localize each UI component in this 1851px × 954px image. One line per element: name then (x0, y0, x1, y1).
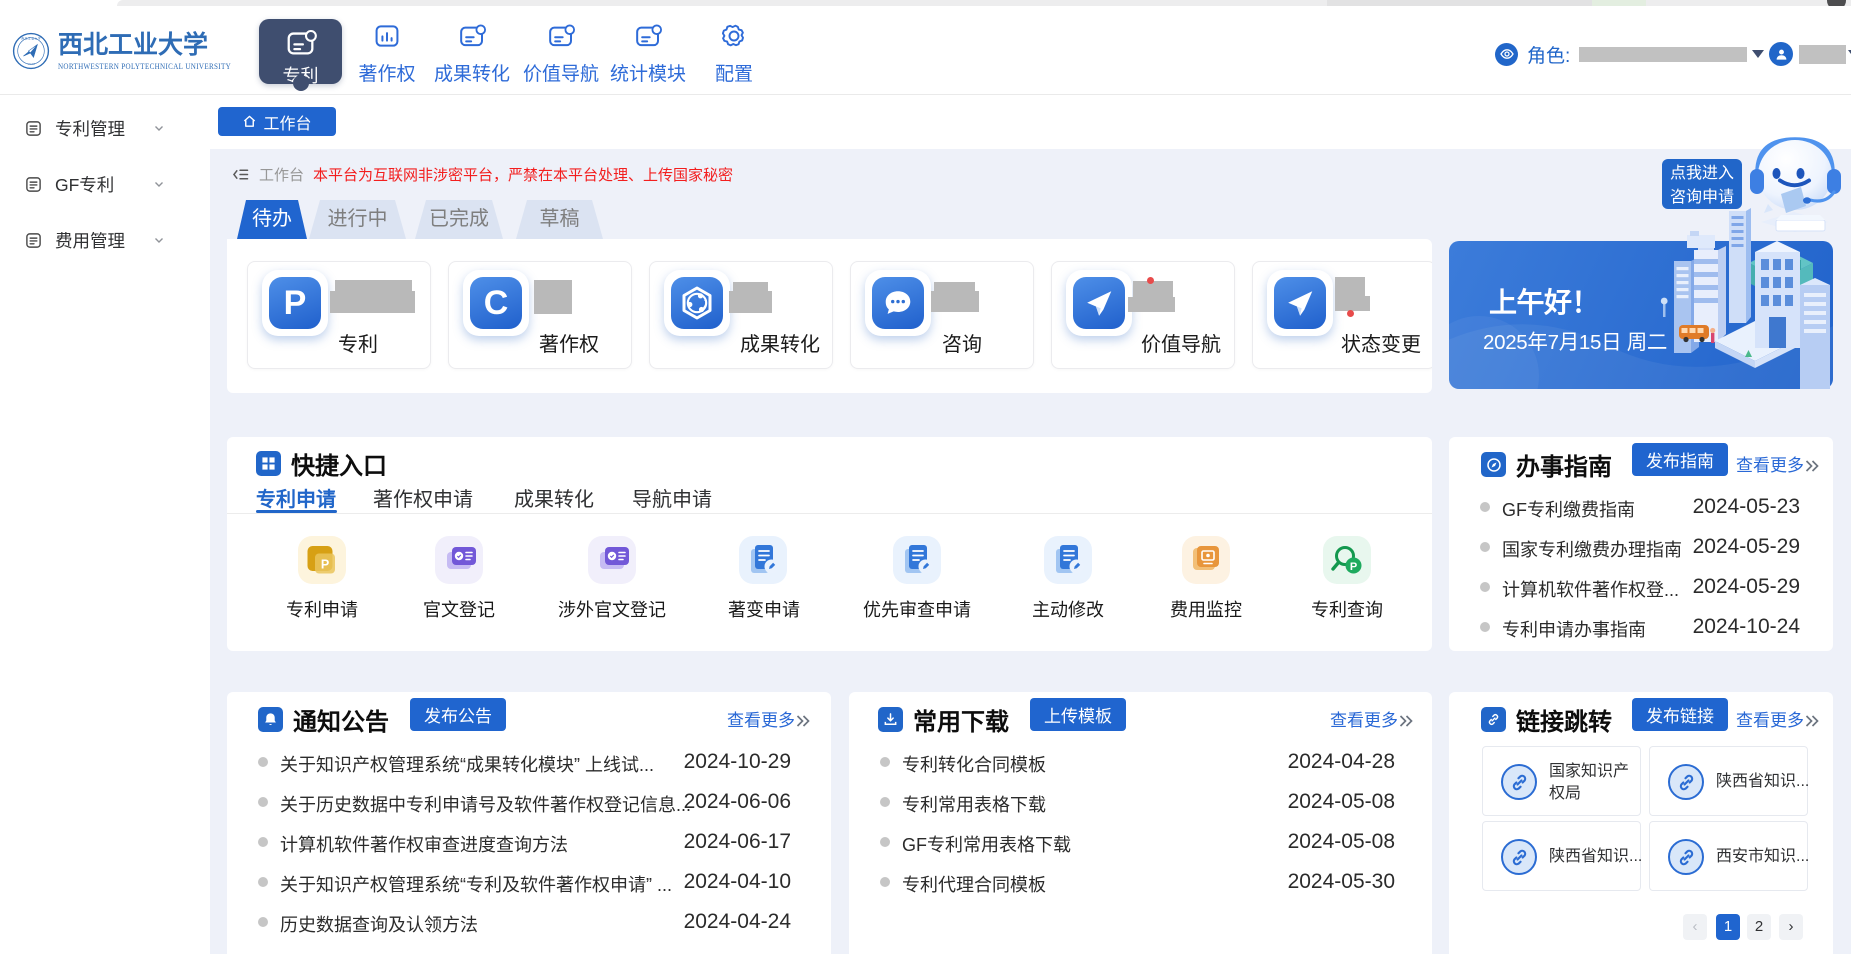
svg-text:1 9 3 8: 1 9 3 8 (27, 63, 35, 66)
svg-text:P: P (321, 558, 329, 572)
svg-text:西 北 工 业 大 学: 西 北 工 业 大 学 (21, 37, 41, 41)
svg-text:P: P (1350, 561, 1357, 573)
